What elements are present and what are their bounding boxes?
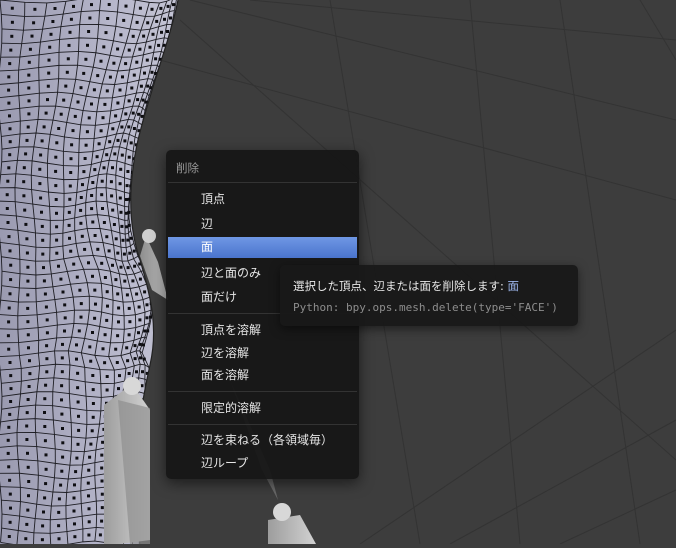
tooltip-python-path: Python: bpy.ops.mesh.delete(type='FACE')	[293, 301, 558, 314]
menu-separator	[168, 424, 357, 425]
menu-item-edge-loops[interactable]: 辺ループ	[168, 453, 357, 474]
tooltip-description: 選択した頂点、辺または面を削除します:	[293, 279, 504, 293]
operator-tooltip: 選択した頂点、辺または面を削除します: 面 Python: bpy.ops.me…	[280, 265, 578, 326]
menu-item-dissolve-faces[interactable]: 面を溶解	[168, 365, 357, 386]
menu-separator	[168, 391, 357, 392]
menu-item-vertices[interactable]: 頂点	[168, 189, 357, 210]
menu-item-edges[interactable]: 辺	[168, 214, 357, 235]
menu-item-edge-collapse[interactable]: 辺を束ねる（各領域毎）	[168, 430, 357, 451]
menu-title: 削除	[176, 161, 199, 175]
menu-item-faces[interactable]: 面	[168, 237, 357, 258]
menu-item-limited-dissolve[interactable]: 限定的溶解	[168, 398, 357, 419]
tooltip-value: 面	[507, 279, 520, 293]
tooltip-description-line: 選択した頂点、辺または面を削除します: 面	[293, 278, 519, 294]
menu-separator	[168, 182, 357, 183]
menu-item-dissolve-edges[interactable]: 辺を溶解	[168, 343, 357, 364]
